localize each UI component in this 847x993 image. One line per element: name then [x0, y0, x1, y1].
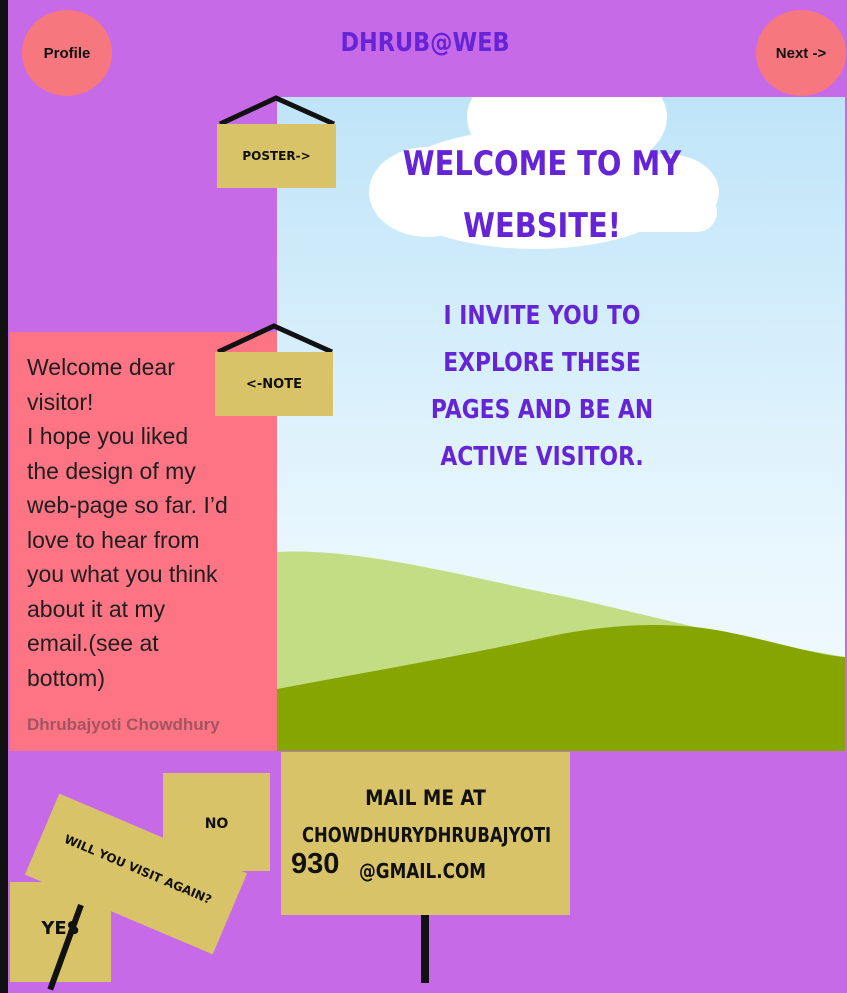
mail-board: MAIL ME AT CHOWDHURYDHRUBAJYOTI 930 @GMA… — [281, 752, 570, 915]
profile-button[interactable]: Profile — [22, 10, 112, 96]
site-brand-title: DHRUB@WEB — [340, 28, 510, 58]
note-line: the design of my — [27, 457, 196, 484]
mail-address-part3: @GMAIL.COM — [359, 859, 486, 883]
next-button[interactable]: Next -> — [756, 10, 846, 96]
poll-no-label: NO — [204, 816, 229, 832]
mail-address-part2: 930 — [291, 848, 340, 880]
note-line: love to hear from — [27, 526, 200, 553]
page-frame: Profile DHRUB@WEB Next -> WELCOME TO MY … — [0, 0, 847, 993]
hero-poster: WELCOME TO MY WEBSITE! I INVITE YOU TO E… — [277, 97, 845, 751]
mail-address-part1: CHOWDHURYDHRUBAJYOTI — [302, 823, 552, 847]
mail-heading: MAIL ME AT — [365, 786, 486, 810]
note-line: I hope you liked — [27, 423, 189, 449]
note-author: Dhrubajyoti Chowdhury — [27, 715, 220, 734]
poster-sign: POSTER-> — [217, 124, 336, 188]
note-line: about it at my — [27, 595, 166, 622]
note-sign: <-NOTE — [215, 352, 333, 416]
left-border-rule — [0, 0, 8, 993]
hero-invite-text: I INVITE YOU TO EXPLORE THESE PAGES AND … — [430, 301, 654, 472]
note-line: email.(see at — [27, 630, 159, 656]
poll-yes-label: YES — [41, 918, 80, 939]
note-line: you what you think — [27, 561, 218, 587]
mail-board-post — [421, 915, 429, 983]
note-line: bottom) — [27, 664, 105, 691]
note-line: web-page so far. I’d — [27, 492, 228, 518]
hero-title: WELCOME TO MY WEBSITE! — [402, 144, 682, 246]
